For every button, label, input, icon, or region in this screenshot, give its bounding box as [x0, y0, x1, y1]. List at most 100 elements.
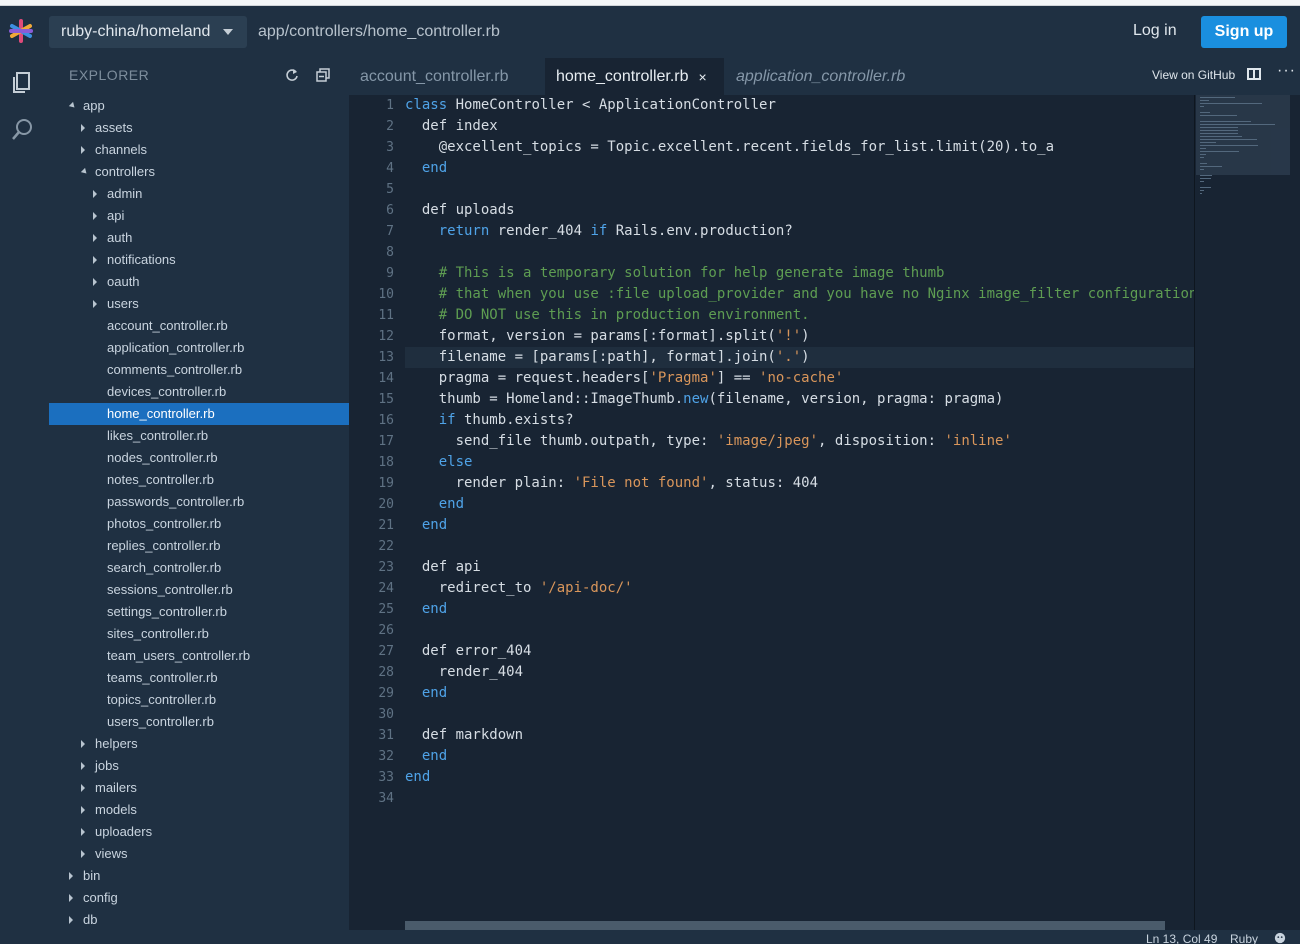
tree-file-item[interactable]: topics_controller.rb [49, 689, 349, 711]
code-line[interactable]: def index [405, 116, 1195, 137]
tree-file-item[interactable]: photos_controller.rb [49, 513, 349, 535]
search-icon[interactable] [10, 116, 36, 142]
code-line[interactable] [405, 536, 1195, 557]
code-line[interactable]: def error_404 [405, 641, 1195, 662]
tab-application-controller[interactable]: application_controller.rb [725, 58, 937, 95]
code-line[interactable]: # DO NOT use this in production environm… [405, 305, 1195, 326]
tree-folder-item[interactable]: controllers [49, 161, 349, 183]
tree-file-item[interactable]: sites_controller.rb [49, 623, 349, 645]
tree-file-item[interactable]: settings_controller.rb [49, 601, 349, 623]
repo-select[interactable]: ruby-china/homeland [49, 16, 247, 48]
tree-folder-item[interactable]: auth [49, 227, 349, 249]
view-on-github-link[interactable]: View on GitHub [1152, 68, 1235, 82]
code-line[interactable]: end [405, 767, 1195, 788]
refresh-icon[interactable] [284, 67, 300, 83]
tree-file-item[interactable]: passwords_controller.rb [49, 491, 349, 513]
tree-folder-item[interactable]: views [49, 843, 349, 865]
code-token: , status: 404 [708, 475, 819, 491]
tree-folder-item[interactable]: config [49, 887, 349, 909]
tree-folder-item[interactable]: assets [49, 117, 349, 139]
code-area[interactable]: class HomeController < ApplicationContro… [405, 95, 1195, 809]
tree-folder-item[interactable]: db [49, 909, 349, 930]
tree-folder-item[interactable]: jobs [49, 755, 349, 777]
code-editor[interactable]: 1 2 3 4 5 6 7 8 9 10 11 12 13 14 15 16 17 18 19 20 21 22 23 24 2… [349, 95, 1300, 930]
code-token: ] == [716, 370, 760, 386]
minimap[interactable] [1196, 95, 1290, 194]
code-line[interactable]: end [405, 599, 1195, 620]
code-line[interactable]: # This is a temporary solution for help … [405, 263, 1195, 284]
code-line[interactable]: end [405, 515, 1195, 536]
code-line[interactable]: return render_404 if Rails.env.productio… [405, 221, 1195, 242]
code-line[interactable]: if thumb.exists? [405, 410, 1195, 431]
chevron-right-icon [81, 740, 85, 748]
tree-file-item[interactable]: devices_controller.rb [49, 381, 349, 403]
feedback-icon[interactable] [1273, 932, 1287, 944]
tree-folder-item[interactable]: admin [49, 183, 349, 205]
tab-account-controller[interactable]: account_controller.rb [349, 58, 534, 95]
code-line[interactable]: redirect_to '/api-doc/' [405, 578, 1195, 599]
tree-folder-item[interactable]: users [49, 293, 349, 315]
tree-file-item[interactable]: home_controller.rb [49, 403, 349, 425]
signup-button[interactable]: Sign up [1201, 16, 1287, 48]
code-line[interactable] [405, 788, 1195, 809]
code-line[interactable] [405, 620, 1195, 641]
code-line[interactable]: render_404 [405, 662, 1195, 683]
tree-file-item[interactable]: comments_controller.rb [49, 359, 349, 381]
tree-file-item[interactable]: application_controller.rb [49, 337, 349, 359]
cursor-position[interactable]: Ln 13, Col 49 [1146, 932, 1217, 944]
code-line[interactable]: pragma = request.headers['Pragma'] == 'n… [405, 368, 1195, 389]
tree-file-item[interactable]: account_controller.rb [49, 315, 349, 337]
code-line[interactable]: def uploads [405, 200, 1195, 221]
code-token: ) [801, 349, 810, 365]
tree-file-item[interactable]: search_controller.rb [49, 557, 349, 579]
tree-folder-item[interactable]: channels [49, 139, 349, 161]
tree-folder-item[interactable]: helpers [49, 733, 349, 755]
tree-file-item[interactable]: team_users_controller.rb [49, 645, 349, 667]
code-line[interactable] [405, 242, 1195, 263]
code-line[interactable] [405, 179, 1195, 200]
code-line[interactable]: send_file thumb.outpath, type: 'image/jp… [405, 431, 1195, 452]
files-icon[interactable] [10, 68, 36, 94]
tree-folder-item[interactable]: oauth [49, 271, 349, 293]
tree-file-item[interactable]: users_controller.rb [49, 711, 349, 733]
code-line[interactable]: def markdown [405, 725, 1195, 746]
language-mode[interactable]: Ruby [1230, 932, 1258, 944]
collapse-all-icon[interactable] [315, 67, 331, 83]
code-line[interactable]: else [405, 452, 1195, 473]
more-actions-icon[interactable]: ··· [1277, 62, 1296, 80]
code-line[interactable]: @excellent_topics = Topic.excellent.rece… [405, 137, 1195, 158]
tree-folder-item[interactable]: api [49, 205, 349, 227]
tree-file-item[interactable]: sessions_controller.rb [49, 579, 349, 601]
split-editor-icon[interactable] [1247, 68, 1261, 80]
code-line[interactable]: class HomeController < ApplicationContro… [405, 95, 1195, 116]
tree-file-item[interactable]: nodes_controller.rb [49, 447, 349, 469]
tree-file-item[interactable]: teams_controller.rb [49, 667, 349, 689]
code-line[interactable]: end [405, 158, 1195, 179]
code-line[interactable]: end [405, 494, 1195, 515]
code-line[interactable]: format, version = params[:format].split(… [405, 326, 1195, 347]
code-line[interactable]: def api [405, 557, 1195, 578]
app-logo-icon[interactable] [8, 18, 34, 44]
minimap-line [1200, 106, 1204, 107]
tree-folder-item[interactable]: app [49, 95, 349, 117]
tree-file-item[interactable]: notes_controller.rb [49, 469, 349, 491]
code-line[interactable]: end [405, 746, 1195, 767]
tab-home-controller[interactable]: home_controller.rb × [545, 58, 724, 95]
code-line[interactable]: thumb = Homeland::ImageThumb.new(filenam… [405, 389, 1195, 410]
tree-file-item[interactable]: likes_controller.rb [49, 425, 349, 447]
tree-folder-item[interactable]: models [49, 799, 349, 821]
code-line[interactable]: render plain: 'File not found', status: … [405, 473, 1195, 494]
tree-folder-item[interactable]: notifications [49, 249, 349, 271]
code-line[interactable]: # that when you use :file upload_provide… [405, 284, 1195, 305]
horizontal-scrollbar[interactable] [405, 921, 1165, 930]
tree-folder-item[interactable]: bin [49, 865, 349, 887]
tree-folder-item[interactable]: mailers [49, 777, 349, 799]
tree-folder-item[interactable]: uploaders [49, 821, 349, 843]
tree-file-item[interactable]: replies_controller.rb [49, 535, 349, 557]
chevron-right-icon [93, 212, 97, 220]
code-line[interactable]: filename = [params[:path], format].join(… [405, 347, 1195, 368]
code-line[interactable] [405, 704, 1195, 725]
code-line[interactable]: end [405, 683, 1195, 704]
login-link[interactable]: Log in [1133, 22, 1177, 40]
close-icon[interactable]: × [699, 69, 707, 85]
